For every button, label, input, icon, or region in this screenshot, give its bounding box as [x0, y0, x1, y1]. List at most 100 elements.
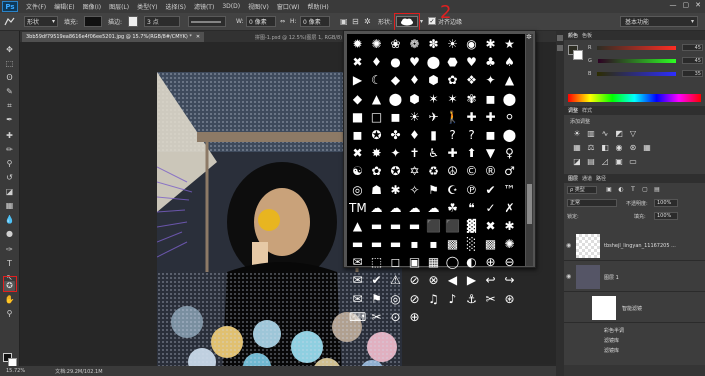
shape-option[interactable]: ◐: [463, 254, 480, 270]
zoom-tool-icon[interactable]: ⚲: [4, 309, 15, 319]
shape-option[interactable]: ®: [482, 163, 499, 179]
shape-option[interactable]: [425, 309, 442, 325]
chevron-down-icon[interactable]: ▾: [420, 16, 423, 27]
shape-option[interactable]: ▬: [349, 236, 366, 252]
history-panel-icon[interactable]: [557, 35, 563, 41]
shape-option[interactable]: ⊘: [406, 291, 423, 307]
shape-option[interactable]: ✽: [425, 36, 442, 52]
shape-option[interactable]: ⬤: [425, 54, 442, 70]
gear-icon[interactable]: ✲: [364, 16, 371, 27]
shape-option[interactable]: ✗: [501, 200, 518, 216]
shape-option[interactable]: ☗: [368, 182, 385, 198]
color-spectrum[interactable]: [568, 94, 701, 102]
tab-color[interactable]: 颜色: [568, 32, 578, 39]
type-tool-icon[interactable]: T: [4, 259, 15, 269]
shape-option[interactable]: ☀: [444, 36, 461, 52]
shape-option[interactable]: ▦: [425, 254, 442, 270]
eraser-tool-icon[interactable]: ◪: [4, 187, 15, 197]
kind-filter-select[interactable]: ρ 类型: [567, 186, 597, 194]
menu-help[interactable]: 帮助(H): [308, 2, 329, 11]
shape-option[interactable]: ◆: [387, 72, 404, 88]
gradient-tool-icon[interactable]: ▦: [4, 201, 15, 211]
shape-option[interactable]: ☾: [368, 72, 385, 88]
shape-option[interactable]: ☯: [349, 163, 366, 179]
shape-option[interactable]: ✉: [349, 272, 366, 288]
tab-styles[interactable]: 样式: [582, 107, 592, 114]
link-icon[interactable]: ⇔: [280, 16, 285, 27]
shape-option[interactable]: ✶: [444, 91, 461, 107]
shape-option[interactable]: ✪: [368, 127, 385, 143]
brightness-icon[interactable]: ☀: [572, 129, 582, 138]
shape-option[interactable]: ◼: [482, 91, 499, 107]
shape-option[interactable]: ▩: [444, 236, 461, 252]
shape-option[interactable]: ✿: [368, 163, 385, 179]
shape-option[interactable]: ●: [387, 54, 404, 70]
clone-stamp-icon[interactable]: ⚲: [4, 159, 15, 169]
shape-option[interactable]: ✂: [368, 309, 385, 325]
shape-option[interactable]: ✚: [463, 109, 480, 125]
stroke-swatch[interactable]: [128, 16, 138, 27]
type-filter-icon[interactable]: T: [628, 185, 638, 194]
shape-option[interactable]: ⬤: [501, 91, 518, 107]
history-brush-icon[interactable]: ↺: [4, 173, 15, 183]
shape-option[interactable]: ⬢: [406, 91, 423, 107]
shape-option[interactable]: ▣: [406, 254, 423, 270]
shape-option[interactable]: ☁: [425, 200, 442, 216]
shape-option[interactable]: ◀: [444, 272, 461, 288]
shape-option[interactable]: ⚑: [425, 182, 442, 198]
shape-option[interactable]: ▬: [387, 218, 404, 234]
menu-edit[interactable]: 编辑(E): [54, 2, 74, 11]
shape-option[interactable]: ✔: [482, 182, 499, 198]
shape-option[interactable]: ⬆: [463, 145, 480, 161]
menu-type[interactable]: 类型(Y): [137, 2, 157, 11]
shape-option[interactable]: ▬: [406, 218, 423, 234]
shape-option[interactable]: ☁: [406, 200, 423, 216]
shape-option[interactable]: ♥: [406, 54, 423, 70]
scrollbar-thumb[interactable]: [527, 184, 532, 224]
shape-option[interactable]: ✱: [482, 36, 499, 52]
shape-option[interactable]: ⬛: [425, 218, 442, 234]
adjust-filter-icon[interactable]: ◐: [616, 185, 626, 194]
shape-option[interactable]: ♪: [444, 291, 461, 307]
shape-option[interactable]: ✤: [387, 127, 404, 143]
shape-option[interactable]: ★: [501, 36, 518, 52]
shape-option[interactable]: ▲: [368, 91, 385, 107]
shape-option[interactable]: ❁: [406, 36, 423, 52]
shape-option[interactable]: ◯: [444, 254, 461, 270]
shape-option[interactable]: ◉: [463, 36, 480, 52]
shape-option[interactable]: ✾: [463, 91, 480, 107]
eyedropper-tool-icon[interactable]: ✒: [4, 115, 15, 125]
pen-tool-icon[interactable]: ✑: [4, 245, 15, 255]
shape-option[interactable]: ⚓: [463, 291, 480, 307]
g-value[interactable]: 45: [681, 57, 703, 64]
shape-option[interactable]: ♻: [425, 163, 442, 179]
shape-option[interactable]: 🚶: [444, 109, 461, 125]
shape-option[interactable]: ✚: [482, 109, 499, 125]
shape-option[interactable]: ⊗: [425, 272, 442, 288]
shape-option[interactable]: ↪: [501, 272, 518, 288]
shape-option[interactable]: ⬛: [444, 218, 461, 234]
stroke-size-field[interactable]: 3 点: [144, 16, 180, 27]
shape-option[interactable]: ▓: [463, 218, 480, 234]
shape-option[interactable]: ✖: [482, 218, 499, 234]
blend-mode-select[interactable]: 正常: [567, 199, 617, 207]
shape-option[interactable]: ⬤: [501, 127, 518, 143]
selective-color-icon[interactable]: ▣: [614, 157, 624, 166]
layer-row[interactable]: 智能滤镜: [564, 293, 705, 323]
shape-option[interactable]: ☪: [444, 182, 461, 198]
shape-option[interactable]: ❀: [387, 36, 404, 52]
shape-option[interactable]: ✪: [387, 163, 404, 179]
curves-icon[interactable]: ∿: [600, 129, 610, 138]
fill-field[interactable]: 100%: [654, 212, 678, 220]
quick-select-tool-icon[interactable]: ✎: [4, 87, 15, 97]
shape-option[interactable]: [482, 309, 499, 325]
tab-second-document[interactable]: 拼图-1.psd @ 12.5%(图层 1, RGB/8): [255, 32, 342, 42]
layer-name[interactable]: 图层 1: [604, 274, 619, 281]
posterize-icon[interactable]: ▤: [586, 157, 596, 166]
shape-option[interactable]: ⌨: [349, 309, 366, 325]
shape-option[interactable]: ▶: [463, 272, 480, 288]
shape-option[interactable]: ♦: [406, 127, 423, 143]
shape-option[interactable]: ◎: [387, 291, 404, 307]
shape-option[interactable]: ☁: [368, 200, 385, 216]
g-slider[interactable]: [597, 58, 676, 63]
